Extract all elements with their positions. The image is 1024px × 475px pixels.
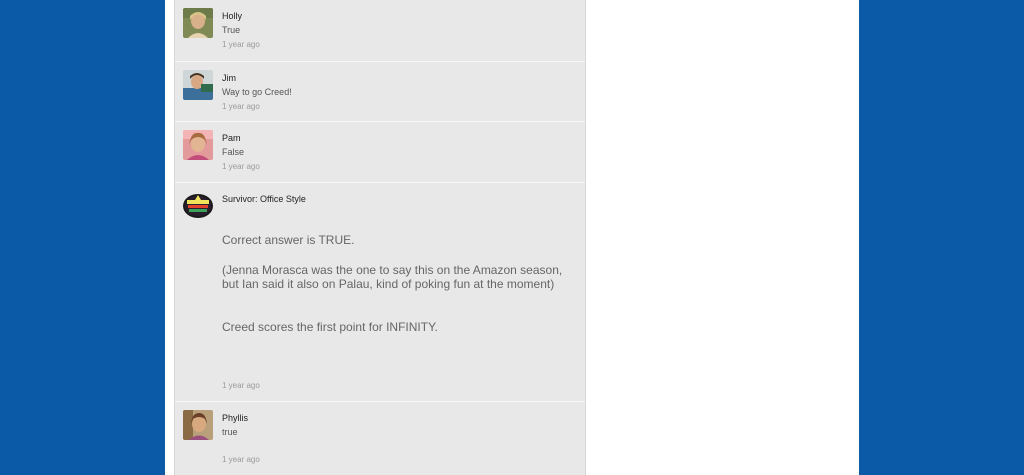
comment-item: Survivor: Office Style Correct answer is… [175,183,585,402]
page-container: Holly True 1 year ago Jim Way to go Cree… [165,0,859,475]
comment-paragraph: but Ian said it also on Palau, kind of p… [222,277,555,291]
comment-text: True [222,25,241,35]
pam-avatar-icon[interactable] [183,130,213,160]
holly-avatar-icon[interactable] [183,8,213,38]
comment-author[interactable]: Pam [222,133,241,143]
comment-item: Phyllis true 1 year ago [175,402,585,475]
comment-paragraph: Creed scores the first point for INFINIT… [222,320,438,334]
comment-text: False [222,147,245,157]
comment-paragraph: (Jenna Morasca was the one to say this o… [222,263,563,277]
jim-avatar-icon[interactable] [183,70,213,100]
comment-item: Pam False 1 year ago [175,122,585,183]
comment-item: Holly True 1 year ago [175,0,585,62]
comment-item: Jim Way to go Creed! 1 year ago [175,62,585,122]
comment-timestamp: 1 year ago [222,381,260,390]
comment-timestamp: 1 year ago [222,102,260,111]
comment-author[interactable]: Survivor: Office Style [222,194,306,204]
comment-timestamp: 1 year ago [222,455,260,464]
phyllis-avatar-icon[interactable] [183,410,213,440]
comment-timestamp: 1 year ago [222,40,260,49]
comment-list: Holly True 1 year ago Jim Way to go Cree… [174,0,586,475]
comment-timestamp: 1 year ago [222,162,260,171]
comment-author[interactable]: Holly [222,11,242,21]
comment-text: Way to go Creed! [222,87,292,97]
comment-author[interactable]: Phyllis [222,413,248,423]
comment-author[interactable]: Jim [222,73,236,83]
survivor-logo-avatar-icon[interactable] [183,191,213,221]
comment-paragraph: Correct answer is TRUE. [222,233,355,247]
comment-text: true [222,427,238,437]
